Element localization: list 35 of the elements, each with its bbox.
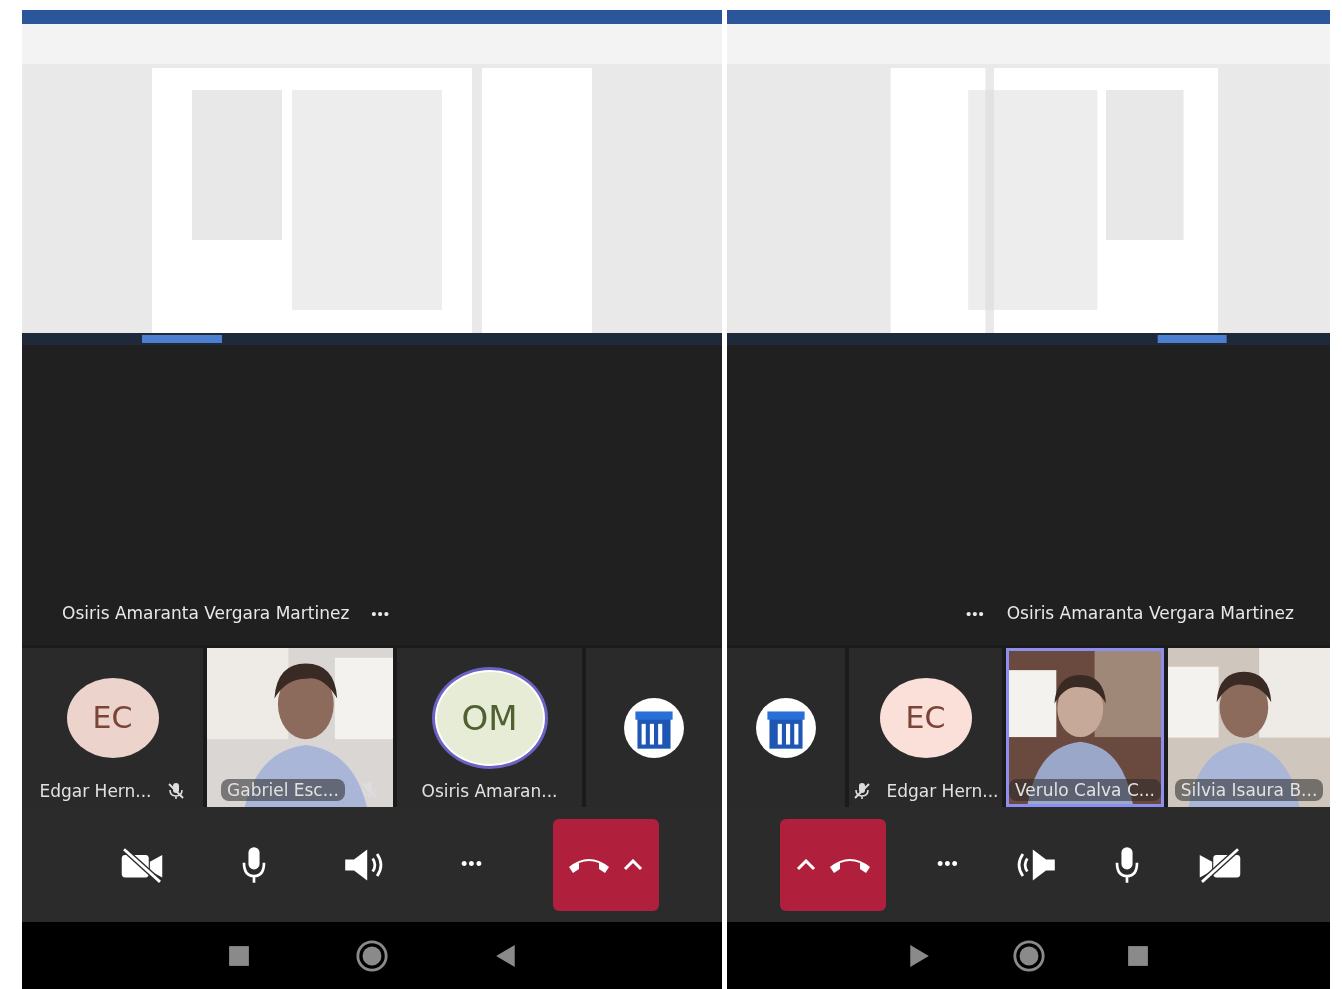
more-options-button[interactable]: ••• (371, 604, 391, 622)
back-icon[interactable] (908, 943, 931, 968)
more-button[interactable]: ••• (457, 850, 487, 879)
home-icon[interactable] (1011, 938, 1046, 973)
avatar: OM (434, 669, 545, 766)
participant-tile[interactable]: EC Edgar Hern... (849, 648, 1002, 807)
participant-tile[interactable] (586, 648, 722, 807)
presenter-name: Osiris Amaranta Vergara Martinez (62, 603, 350, 623)
chevron-icon (622, 858, 643, 871)
phone-icon (568, 856, 609, 873)
participant-tile[interactable]: Gabriel Esc... (207, 648, 393, 807)
participant-name: Verulo Calva C... (1008, 779, 1161, 801)
more-options-button[interactable]: ••• (965, 604, 985, 622)
participant-name: Silvia Isaura B... (1174, 779, 1324, 801)
participant-tile[interactable]: Silvia Isaura B... (1168, 648, 1330, 807)
phone-icon (830, 856, 871, 873)
participant-name: Edgar Hern... (39, 781, 152, 801)
participant-tile[interactable]: Verulo Calva C... (1006, 648, 1164, 807)
presenter-name: Osiris Amaranta Vergara Martinez (1006, 603, 1294, 623)
chevron-icon (796, 858, 817, 871)
hang-up-button[interactable] (780, 818, 887, 911)
recent-apps-icon[interactable] (1126, 944, 1149, 967)
recent-apps-icon[interactable] (227, 944, 250, 967)
participant-name: Gabriel Esc... (221, 779, 345, 801)
avatar: EC (66, 677, 159, 758)
participant-tile[interactable]: EC Edgar Hern... (22, 648, 203, 807)
participant-tile[interactable]: OM Osiris Amaran... (397, 648, 582, 807)
home-icon[interactable] (355, 938, 389, 973)
participant-name: Osiris Amaran... (421, 781, 558, 801)
participant-name: Edgar Hern... (886, 781, 999, 801)
back-icon[interactable] (494, 943, 517, 968)
more-button[interactable]: ••• (932, 850, 963, 879)
hang-up-button[interactable] (552, 818, 659, 911)
avatar: EC (879, 677, 972, 758)
participant-tile[interactable] (727, 648, 845, 807)
